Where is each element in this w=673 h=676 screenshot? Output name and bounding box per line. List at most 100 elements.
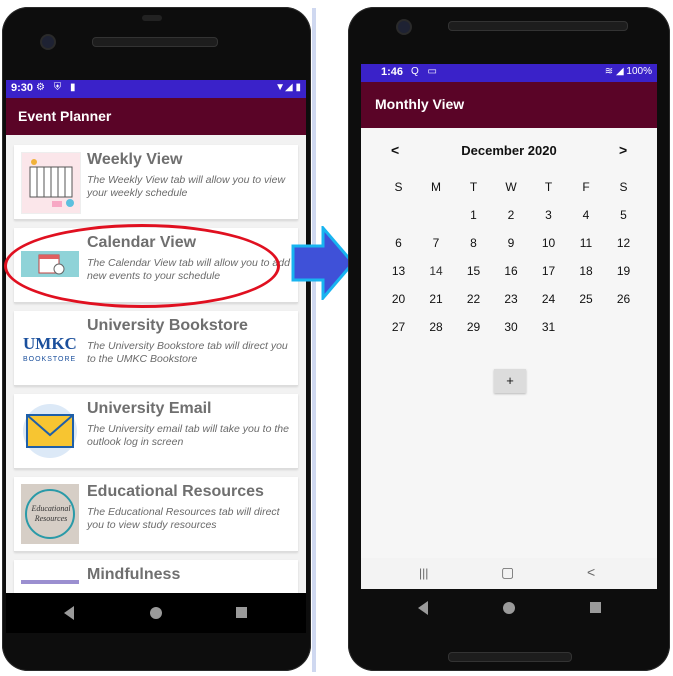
back-icon[interactable]: < <box>587 564 595 580</box>
add-event-button[interactable]: + <box>494 369 526 393</box>
calendar-day[interactable]: 2 <box>493 201 530 229</box>
calendar-day[interactable]: 7 <box>418 229 455 257</box>
back-triangle-icon[interactable] <box>418 601 428 615</box>
calendar-day[interactable]: 25 <box>568 285 605 313</box>
app-title: Monthly View <box>375 96 465 112</box>
umkc-bookstore-logo: UMKC BOOKSTORE <box>21 318 79 378</box>
status-icons: Q ▭ <box>411 66 441 77</box>
app-bar: Event Planner <box>6 98 306 135</box>
calendar-day[interactable]: 19 <box>605 257 642 285</box>
home-circle-icon[interactable] <box>150 607 162 619</box>
home-icon[interactable]: ▢ <box>501 564 514 581</box>
app-title: Event Planner <box>18 108 112 124</box>
nav-bar <box>6 593 306 633</box>
card-description: The University Bookstore tab will direct… <box>87 340 288 365</box>
card-title: Weekly View <box>87 151 183 168</box>
highlight-oval <box>4 224 280 308</box>
calendar-day[interactable]: 6 <box>380 229 417 257</box>
calendar-day[interactable]: 30 <box>493 313 530 341</box>
card-weekly-view[interactable]: Weekly View The Weekly View tab will all… <box>14 145 298 220</box>
left-screen: 9:30 ⚙ ⛨ ▮ ▼◢ ▮ Event Planner Weekly Vie… <box>6 80 306 600</box>
card-university-bookstore[interactable]: UMKC BOOKSTORE University Bookstore The … <box>14 311 298 386</box>
calendar-day[interactable]: 8 <box>455 229 492 257</box>
weekday-label: F <box>582 180 590 194</box>
hardware-nav <box>418 601 601 615</box>
battery-level: 100% <box>626 66 652 77</box>
calendar-day[interactable]: 29 <box>455 313 492 341</box>
bottom-speaker <box>448 652 572 662</box>
calendar-day[interactable]: 4 <box>568 201 605 229</box>
weekday-label: T <box>469 180 478 194</box>
card-title: Mindfulness <box>87 566 181 583</box>
calendar-day[interactable]: 1 <box>455 201 492 229</box>
envelope-icon <box>21 401 79 461</box>
calendar-day[interactable]: 23 <box>493 285 530 313</box>
calendar-day[interactable]: 28 <box>418 313 455 341</box>
logo-subtext: BOOKSTORE <box>23 356 77 363</box>
status-bar: 1:46 Q ▭ ≋ ◢ 100% <box>361 64 657 82</box>
calendar-day[interactable]: 15 <box>455 257 492 285</box>
calendar-day[interactable]: 3 <box>530 201 567 229</box>
wifi-icon: ≋ ◢ <box>604 66 627 77</box>
calendar-day[interactable]: 13 <box>380 257 417 285</box>
recents-square-icon[interactable] <box>590 602 601 613</box>
nav-bar: ||| ▢ < <box>361 558 657 589</box>
status-bar: 9:30 ⚙ ⛨ ▮ ▼◢ ▮ <box>6 80 306 98</box>
calendar-day[interactable]: 11 <box>568 229 605 257</box>
app-bar: Monthly View <box>361 82 657 128</box>
status-time: 1:46 <box>381 66 404 78</box>
card-description: The University email tab will take you t… <box>87 423 289 448</box>
calendar-day[interactable]: 16 <box>493 257 530 285</box>
weekday-label: T <box>544 180 553 194</box>
left-phone: 9:30 ⚙ ⛨ ▮ ▼◢ ▮ Event Planner Weekly Vie… <box>2 7 311 671</box>
recents-icon[interactable]: ||| <box>419 566 428 580</box>
card-description: The Weekly View tab will allow you to vi… <box>87 174 286 199</box>
calendar-day[interactable]: 26 <box>605 285 642 313</box>
calendar-day[interactable]: 10 <box>530 229 567 257</box>
front-camera <box>396 19 412 35</box>
next-month-button[interactable]: > <box>619 142 627 158</box>
speaker-grille <box>92 37 218 47</box>
weekday-label: W <box>505 180 517 194</box>
educational-resources-icon: Educational Resources <box>21 484 79 544</box>
calendar-day[interactable]: 17 <box>530 257 567 285</box>
recents-square-icon[interactable] <box>236 607 247 618</box>
calendar-view: < December 2020 > S M T W T F S 1 2 3 4 5 6 7 8 9 10 11 12… <box>361 128 657 558</box>
divider-strip <box>312 8 316 672</box>
sensor <box>142 15 162 21</box>
back-triangle-icon[interactable] <box>64 606 74 620</box>
status-battery: ≋ ◢ 100% <box>605 66 652 77</box>
speaker-grille <box>448 21 628 31</box>
calendar-day[interactable]: 21 <box>418 285 455 313</box>
calendar-day[interactable]: 9 <box>493 229 530 257</box>
calendar-day[interactable]: 22 <box>455 285 492 313</box>
thumb-caption: Educational Resources <box>31 504 71 523</box>
card-description: The Educational Resources tab will direc… <box>87 506 280 531</box>
calendar-day[interactable]: 20 <box>380 285 417 313</box>
card-title: University Bookstore <box>87 317 248 334</box>
home-circle-icon[interactable] <box>503 602 515 614</box>
weekday-label: M <box>431 180 441 194</box>
right-screen: 1:46 Q ▭ ≋ ◢ 100% Monthly View < Decembe… <box>361 64 657 589</box>
card-educational-resources[interactable]: Educational Resources Educational Resour… <box>14 477 298 552</box>
calendar-day[interactable]: 31 <box>530 313 567 341</box>
calendar-day-selected[interactable]: 14 <box>418 255 455 286</box>
calendar-day[interactable]: 12 <box>605 229 642 257</box>
right-phone: 1:46 Q ▭ ≋ ◢ 100% Monthly View < Decembe… <box>348 7 670 671</box>
status-icons: ⚙ ⛨ ▮ <box>36 82 79 93</box>
card-title: Educational Resources <box>87 483 264 500</box>
weekday-label: S <box>619 180 628 194</box>
signal-battery-icon: ▼◢ ▮ <box>275 82 301 93</box>
card-university-email[interactable]: University Email The University email ta… <box>14 394 298 469</box>
calendar-day[interactable]: 24 <box>530 285 567 313</box>
calendar-day[interactable]: 18 <box>568 257 605 285</box>
weekday-label: S <box>394 180 403 194</box>
calendar-day[interactable]: 5 <box>605 201 642 229</box>
front-camera <box>40 34 56 50</box>
month-label: December 2020 <box>461 143 557 158</box>
weekly-planner-icon <box>21 152 81 214</box>
calendar-day[interactable]: 27 <box>380 313 417 341</box>
logo-text: UMKC <box>23 334 77 353</box>
mindfulness-icon <box>21 580 79 584</box>
card-title: University Email <box>87 400 212 417</box>
